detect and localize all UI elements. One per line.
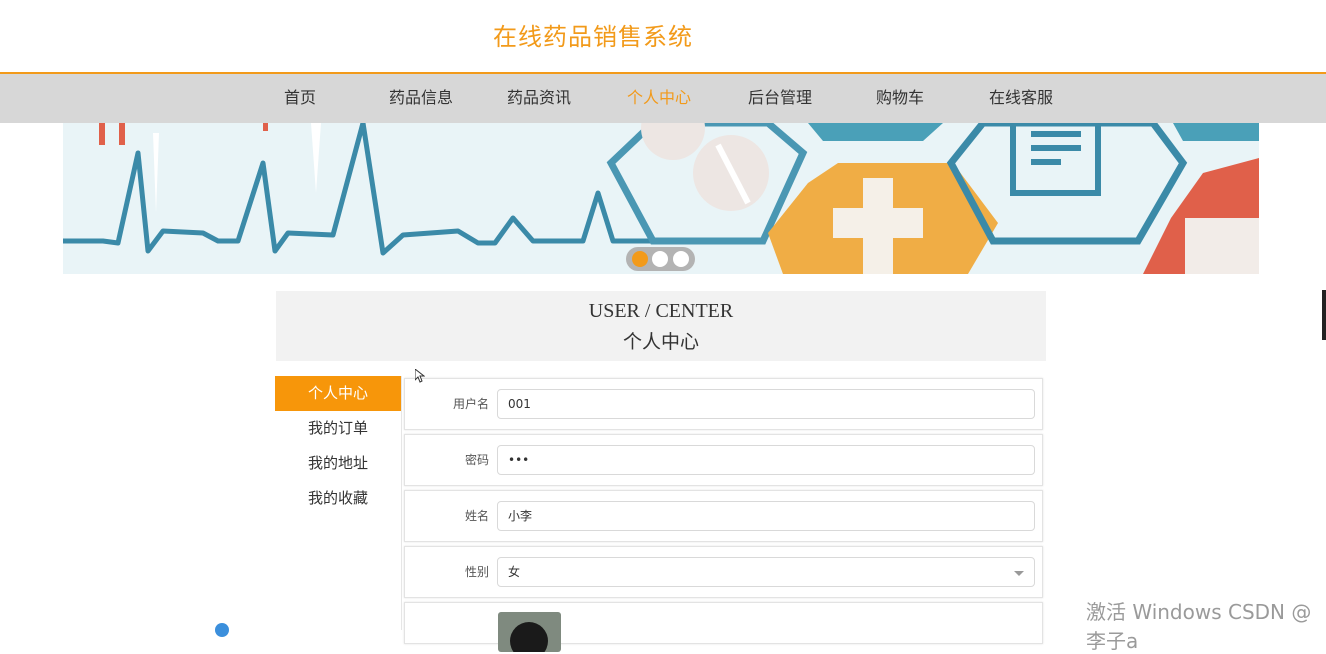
- profile-form: 用户名 001 密码 ••• 姓名 小李 性别 女: [403, 376, 1045, 652]
- user-center-header: USER / CENTER 个人中心: [276, 291, 1046, 361]
- scrollbar-handle[interactable]: [1322, 290, 1326, 340]
- sidebar-item-my-orders[interactable]: 我的订单: [275, 411, 401, 446]
- gender-select-value: 女: [508, 565, 521, 579]
- nav-item-home[interactable]: 首页: [284, 74, 316, 123]
- user-sidebar: 个人中心 我的订单 我的地址 我的收藏: [275, 376, 402, 630]
- carousel-dot-2[interactable]: [652, 251, 668, 267]
- user-center-title-en: USER / CENTER: [588, 300, 734, 322]
- gender-select[interactable]: 女: [497, 557, 1035, 587]
- password-input[interactable]: •••: [497, 445, 1035, 475]
- password-label: 密码: [464, 453, 489, 467]
- chevron-down-icon: [1014, 571, 1024, 576]
- nav-item-admin[interactable]: 后台管理: [748, 74, 812, 123]
- user-center-title-cn: 个人中心: [622, 331, 699, 353]
- username-input[interactable]: 001: [497, 389, 1035, 419]
- carousel-indicators: [626, 247, 695, 271]
- avatar-photo: [510, 622, 548, 652]
- site-title: 在线药品销售系统: [493, 23, 693, 51]
- nav-item-drug-info[interactable]: 药品信息: [389, 74, 453, 123]
- gender-label: 性别: [464, 565, 489, 579]
- nav-item-cart[interactable]: 购物车: [876, 74, 924, 123]
- name-input[interactable]: 小李: [497, 501, 1035, 531]
- form-row-password: 密码 •••: [404, 434, 1043, 486]
- sidebar-item-my-favorites[interactable]: 我的收藏: [275, 481, 401, 516]
- carousel-dot-1[interactable]: [632, 251, 648, 267]
- carousel-dot-3[interactable]: [673, 251, 689, 267]
- form-row-name: 姓名 小李: [404, 490, 1043, 542]
- sidebar-item-user-center[interactable]: 个人中心: [275, 376, 401, 411]
- name-label: 姓名: [464, 509, 489, 523]
- watermark-text: 激活 Windows CSDN @李子a: [1086, 600, 1312, 653]
- nav-item-customer-service[interactable]: 在线客服: [989, 74, 1053, 123]
- mouse-cursor-icon: [415, 369, 425, 383]
- sidebar-item-my-address[interactable]: 我的地址: [275, 446, 401, 481]
- username-label: 用户名: [452, 397, 489, 411]
- form-row-username: 用户名 001: [404, 378, 1043, 430]
- main-nav: 首页 药品信息 药品资讯 个人中心 后台管理 购物车 在线客服: [0, 74, 1326, 123]
- nav-item-user-center[interactable]: 个人中心: [627, 74, 691, 123]
- form-row-gender: 性别 女: [404, 546, 1043, 598]
- nav-item-drug-news[interactable]: 药品资讯: [507, 74, 571, 123]
- form-row-avatar: [404, 602, 1043, 652]
- floating-widget-icon[interactable]: [215, 623, 229, 637]
- avatar[interactable]: [498, 612, 561, 652]
